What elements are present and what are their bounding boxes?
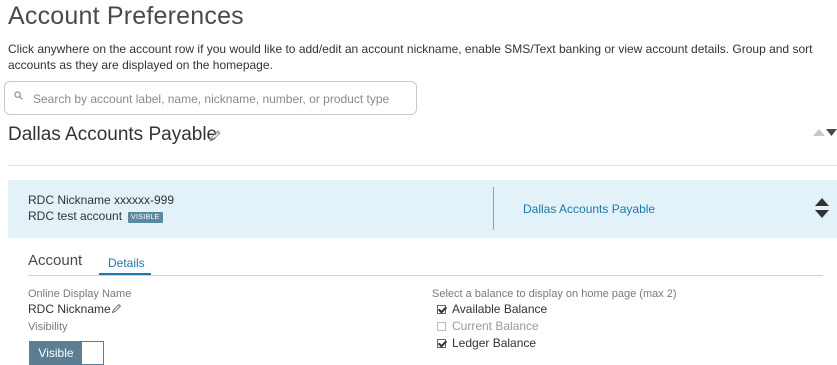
balance-option-current[interactable]: Current Balance: [437, 319, 539, 333]
tab-active-indicator: [99, 273, 151, 275]
online-display-name-value: RDC Nickname: [28, 302, 111, 316]
group-title: Dallas Accounts Payable: [8, 124, 218, 145]
visibility-label: Visibility: [28, 321, 68, 333]
reorder-up-down-icon[interactable]: [814, 195, 830, 221]
visibility-toggle-label: Visible: [30, 342, 82, 364]
visible-badge: VISIBLE: [128, 212, 163, 223]
tab-baseline: [28, 275, 823, 276]
balance-option-ledger[interactable]: Ledger Balance: [437, 336, 536, 350]
tab-details[interactable]: Details: [108, 256, 145, 270]
search-icon: [14, 91, 23, 100]
search-box[interactable]: [4, 81, 417, 115]
group-sort-icon[interactable]: [813, 127, 837, 137]
search-input[interactable]: [31, 89, 415, 109]
checkbox-checked[interactable]: [437, 339, 446, 348]
balance-option-available[interactable]: Available Balance: [437, 302, 547, 316]
account-nickname-number: RDC Nickname xxxxxx-999: [28, 193, 175, 207]
checkbox-unchecked[interactable]: [437, 322, 446, 331]
group-divider: [8, 165, 837, 166]
balance-option-label: Available Balance: [452, 302, 548, 316]
balance-option-label: Current Balance: [452, 319, 539, 333]
edit-pencil-icon[interactable]: [111, 303, 122, 314]
checkbox-checked[interactable]: [437, 305, 446, 314]
online-display-name-label: Online Display Name: [28, 288, 132, 300]
visibility-toggle[interactable]: Visible: [29, 341, 104, 365]
balance-select-label: Select a balance to display on home page…: [432, 288, 677, 300]
account-name-line: RDC test account VISIBLE: [28, 209, 163, 223]
row-divider: [493, 187, 494, 230]
page-description: Click anywhere on the account row if you…: [8, 42, 813, 72]
section-title-account: Account: [28, 252, 83, 269]
page-title: Account Preferences: [8, 2, 244, 30]
account-name: RDC test account: [28, 209, 123, 223]
account-group-link[interactable]: Dallas Accounts Payable: [523, 202, 655, 216]
balance-option-label: Ledger Balance: [452, 336, 537, 350]
edit-pencil-icon[interactable]: [208, 129, 222, 143]
